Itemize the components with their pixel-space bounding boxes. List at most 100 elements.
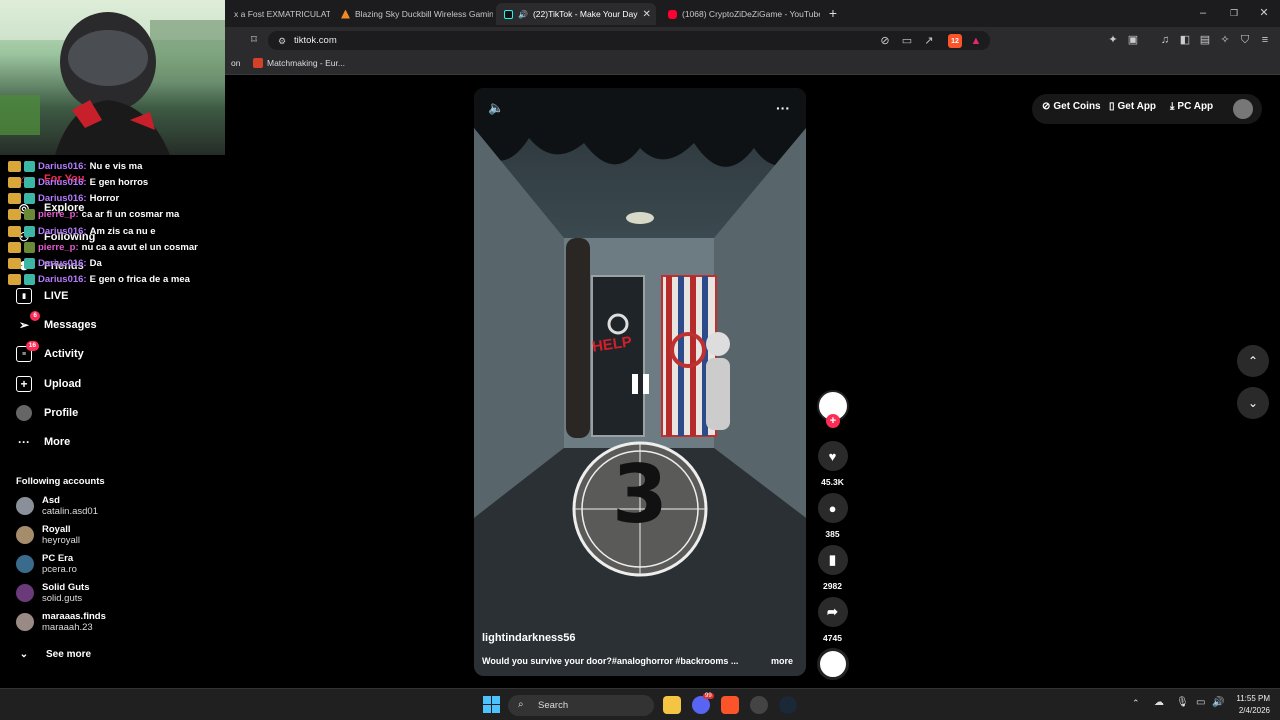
crown-badge-icon xyxy=(8,193,21,204)
pc-app-label: PC App xyxy=(1177,101,1214,112)
crown-badge-icon xyxy=(8,161,21,172)
menu-icon[interactable]: ≡ xyxy=(1259,34,1271,46)
minimize-icon[interactable]: – xyxy=(1197,7,1209,19)
sub-badge-icon xyxy=(24,209,35,220)
tab-blazing-sky[interactable]: Blazing Sky Duckbill Wireless Gaming xyxy=(333,3,493,25)
restore-icon[interactable]: ❐ xyxy=(1228,7,1240,19)
microphone-icon[interactable]: 🎙 xyxy=(1176,697,1189,708)
nav-profile[interactable]: Profile xyxy=(16,405,78,421)
caption-more-button[interactable]: more xyxy=(771,656,793,666)
share-button[interactable]: ➦ 4745 xyxy=(816,597,849,643)
close-tab-icon[interactable]: ✕ xyxy=(643,9,651,20)
pause-icon[interactable] xyxy=(624,368,656,400)
close-window-icon[interactable]: ✕ xyxy=(1258,7,1270,19)
obs-icon[interactable] xyxy=(750,696,768,714)
discord-badge: 99 xyxy=(703,693,714,699)
network-icon[interactable]: ▭ xyxy=(1196,697,1205,708)
user-avatar[interactable] xyxy=(1233,99,1253,119)
taskbar-search[interactable]: ⌕ Search xyxy=(508,695,654,716)
video-player[interactable]: HELP 3 🔈 ··· lightindarkness56 Would you… xyxy=(474,88,806,676)
account-name: PC Era xyxy=(42,553,74,564)
account-item[interactable]: Solid Guts solid.guts xyxy=(16,582,90,604)
nav-activity[interactable]: ≡ 16 Activity xyxy=(16,341,84,362)
share-count: 4745 xyxy=(823,633,842,643)
chevron-down-icon: ⌄ xyxy=(19,648,29,660)
clock-time[interactable]: 11:55 PM xyxy=(1232,694,1270,703)
bookmark-icon: ▮ xyxy=(817,545,848,575)
tab-exmatriculat[interactable]: x a Fost EXMATRICULAT di xyxy=(226,3,330,25)
account-item[interactable]: PC Era pcera.ro xyxy=(16,553,77,575)
comment-count: 385 xyxy=(825,529,840,539)
chevron-up-icon: ⌃ xyxy=(1247,354,1259,368)
leo-ai-icon[interactable]: ✧ xyxy=(1219,34,1231,46)
like-button[interactable]: ♥ 45.3K xyxy=(816,441,849,487)
file-explorer-icon[interactable] xyxy=(663,696,681,714)
see-more-button[interactable]: ⌄ See more xyxy=(16,646,91,662)
tab-title: x a Fost EXMATRICULAT di xyxy=(234,9,330,19)
get-coins-button[interactable]: ⊘ Get Coins xyxy=(1042,101,1101,112)
bookmark-icon[interactable]: ⌑ xyxy=(248,34,260,46)
music-icon[interactable]: ♫ xyxy=(1159,34,1171,46)
brave-icon[interactable] xyxy=(721,696,739,714)
volume-icon[interactable]: 🔈 xyxy=(488,100,504,116)
chat-text: Nu e vis ma xyxy=(89,161,143,172)
tab-title: Blazing Sky Duckbill Wireless Gaming xyxy=(355,9,493,19)
crown-badge-icon xyxy=(8,226,21,237)
bolt-icon xyxy=(341,9,350,19)
bookmark-matchmaking[interactable]: Matchmaking - Eur... xyxy=(267,58,345,68)
video-author[interactable]: lightindarkness56 xyxy=(482,632,576,644)
sidebar-icon[interactable]: ◧ xyxy=(1179,34,1191,46)
wallet-icon[interactable]: ▤ xyxy=(1199,34,1211,46)
vpn-shield-icon[interactable]: ⛉ xyxy=(1239,34,1251,46)
crown-badge-icon xyxy=(8,177,21,188)
tab-youtube[interactable]: (1068) CryptoZiDeZiGame - YouTube xyxy=(660,3,820,25)
tray-app-icon[interactable]: ☁ xyxy=(1154,697,1164,708)
avatar xyxy=(16,555,34,573)
phone-icon: ▯ xyxy=(1109,101,1115,112)
comment-button[interactable]: ● 385 xyxy=(816,493,849,539)
account-item[interactable]: maraaas.finds maraaah.23 xyxy=(16,611,106,633)
pc-app-button[interactable]: ⤓ PC App xyxy=(1170,101,1213,112)
no-tracking-icon[interactable]: ⊘ xyxy=(879,35,891,47)
account-handle: maraaah.23 xyxy=(42,622,93,633)
volume-tray-icon[interactable]: 🔊 xyxy=(1212,697,1224,708)
extensions-icon[interactable]: ✦ xyxy=(1107,34,1119,46)
account-item[interactable]: Asd catalin.asd01 xyxy=(16,495,98,517)
account-item[interactable]: Royall heyroyall xyxy=(16,524,80,546)
next-video-button[interactable]: ⌄ xyxy=(1237,387,1269,419)
previous-video-button[interactable]: ⌃ xyxy=(1237,345,1269,377)
brave-shields-icon[interactable]: 12 xyxy=(948,34,962,48)
new-tab-icon[interactable]: + xyxy=(827,6,839,20)
nav-label: Messages xyxy=(44,319,97,331)
crown-badge-icon xyxy=(8,274,21,285)
nav-upload[interactable]: + Upload xyxy=(16,376,81,392)
share-arrow-icon: ➦ xyxy=(817,597,848,627)
share-icon[interactable]: ↗ xyxy=(923,35,935,47)
crown-badge-icon xyxy=(8,209,21,220)
follow-button[interactable]: + xyxy=(826,414,840,428)
cast-icon[interactable]: ▭ xyxy=(901,35,913,47)
site-settings-icon[interactable]: ⚙ xyxy=(276,35,288,47)
nav-live[interactable]: ▮ LIVE xyxy=(16,288,68,304)
sound-disc-icon[interactable] xyxy=(817,648,849,680)
bookmark-item[interactable]: on xyxy=(231,58,240,68)
nav-messages[interactable]: ➢ 6 Messages xyxy=(16,311,97,333)
nav-more[interactable]: ··· More xyxy=(16,434,70,450)
search-icon: ⌕ xyxy=(518,699,524,710)
more-options-icon[interactable]: ··· xyxy=(776,100,790,116)
chevron-up-icon[interactable]: ⌃ xyxy=(1132,698,1140,709)
save-count: 2982 xyxy=(823,581,842,591)
get-coins-label: Get Coins xyxy=(1053,101,1101,112)
steam-icon[interactable] xyxy=(779,696,797,714)
clock-date[interactable]: 2/4/2026 xyxy=(1232,706,1270,715)
brave-rewards-icon[interactable]: ▲ xyxy=(970,35,982,47)
windows-start-icon[interactable] xyxy=(483,696,500,713)
get-app-button[interactable]: ▯ Get App xyxy=(1109,101,1156,112)
tab-tiktok[interactable]: 🔊 (22)TikTok - Make Your Day ✕ xyxy=(496,3,656,25)
save-button[interactable]: ▮ 2982 xyxy=(816,545,849,591)
chat-user: Darius016: xyxy=(38,177,87,188)
screenshot-icon[interactable]: ▣ xyxy=(1127,34,1139,46)
chat-message: Darius016: Nu e vis ma xyxy=(8,161,142,172)
url-bar[interactable]: ⚙ tiktok.com ⊘ ▭ ↗ 12 ▲ xyxy=(268,31,990,50)
account-handle: solid.guts xyxy=(42,593,83,604)
